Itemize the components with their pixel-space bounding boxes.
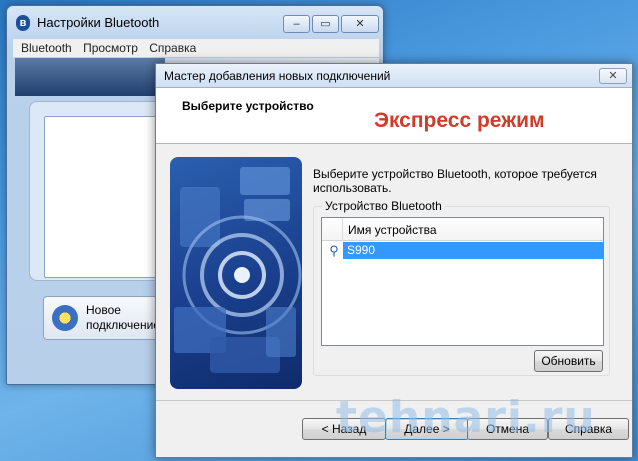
- menu-bar: Bluetooth Просмотр Справка: [13, 39, 379, 57]
- wizard-titlebar[interactable]: Мастер добавления новых подключений ✕: [156, 64, 632, 88]
- refresh-button[interactable]: Обновить: [534, 350, 603, 372]
- minimize-button[interactable]: –: [283, 15, 310, 33]
- device-name[interactable]: S990: [343, 242, 604, 259]
- wizard-illustration: [170, 157, 302, 389]
- wizard-description: Выберите устройство Bluetooth, которое т…: [313, 167, 597, 195]
- close-button[interactable]: ✕: [341, 15, 379, 33]
- bluetooth-settings-titlebar[interactable]: ʙ Настройки Bluetooth – ▭ ✕: [7, 6, 383, 36]
- banner-graphic: [15, 58, 165, 96]
- menu-item-bluetooth[interactable]: Bluetooth: [21, 39, 72, 57]
- express-mode-label: Экспресс режим: [374, 109, 545, 132]
- watermark-text: tehnari.ru: [336, 392, 596, 443]
- group-label: Устройство Bluetooth: [322, 199, 445, 213]
- maximize-button[interactable]: ▭: [312, 15, 339, 33]
- new-connection-icon: [52, 305, 78, 331]
- bluetooth-device-icon: ⚲: [329, 243, 339, 258]
- step-title: Выберите устройство: [182, 99, 314, 113]
- menu-item-help[interactable]: Справка: [149, 39, 196, 57]
- wizard-illustration-graphic: [174, 167, 302, 373]
- icon-column-header[interactable]: [322, 218, 343, 241]
- device-name-column-header[interactable]: Имя устройства: [348, 223, 437, 237]
- wizard-title: Мастер добавления новых подключений: [164, 69, 391, 83]
- new-connection-label: Новое подключение: [86, 303, 160, 332]
- wizard-close-button[interactable]: ✕: [599, 68, 627, 84]
- wizard-header: Выберите устройство Экспресс режим: [156, 88, 632, 144]
- device-list-header: Имя устройства: [322, 218, 603, 241]
- bluetooth-icon: ʙ: [16, 15, 30, 31]
- device-row[interactable]: ⚲ S990: [322, 242, 604, 259]
- bluetooth-settings-title: Настройки Bluetooth: [37, 15, 160, 30]
- device-list[interactable]: Имя устройства ⚲ S990: [321, 217, 604, 346]
- menu-item-view[interactable]: Просмотр: [83, 39, 138, 57]
